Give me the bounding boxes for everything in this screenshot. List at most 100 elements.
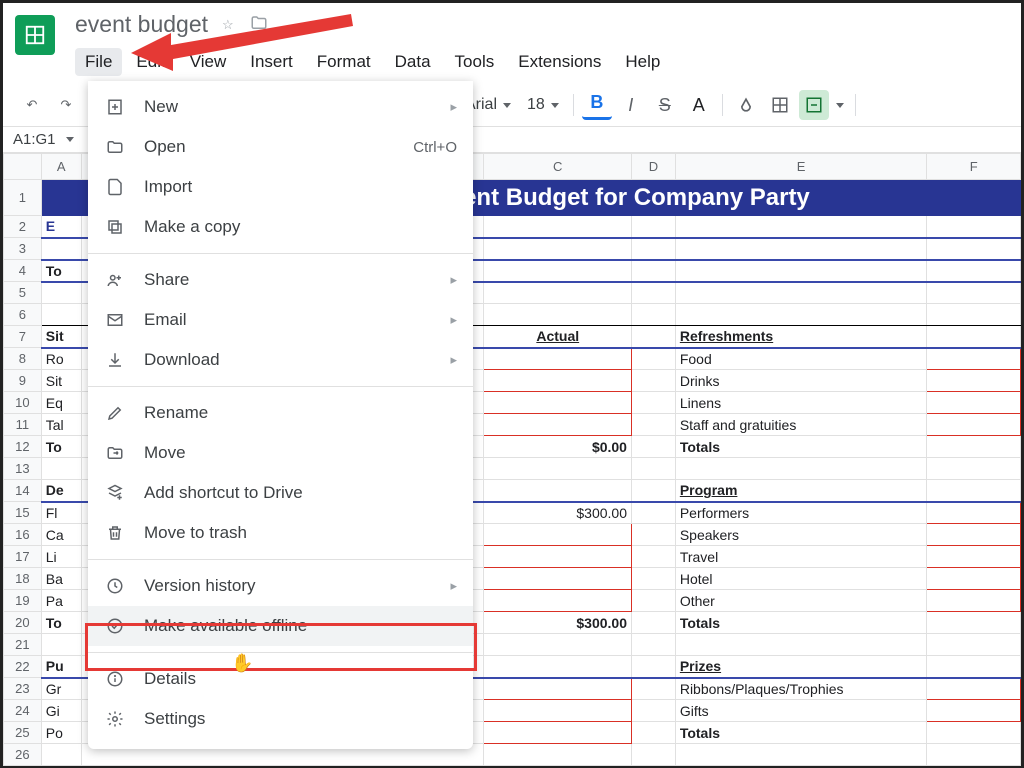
row-1[interactable]: 1 (4, 180, 42, 216)
label: Move (144, 443, 457, 463)
row-9[interactable]: 9 (4, 370, 42, 392)
cell: Sit (41, 326, 81, 348)
doc-title[interactable]: event budget (75, 11, 208, 38)
menu-data[interactable]: Data (385, 48, 441, 76)
col-d[interactable]: D (631, 154, 675, 180)
row-18[interactable]: 18 (4, 568, 42, 590)
submenu-icon: ▸ (450, 312, 457, 328)
menu-make-available-offline[interactable]: Make available offline (88, 606, 473, 646)
bold-button[interactable]: B (582, 90, 612, 120)
row-22[interactable]: 22 (4, 656, 42, 678)
chevron-down-icon[interactable] (836, 103, 844, 108)
star-icon[interactable]: ☆ (222, 17, 234, 33)
submenu-icon: ▸ (450, 99, 457, 115)
offline-icon (104, 617, 126, 635)
row-3[interactable]: 3 (4, 238, 42, 260)
merge-button[interactable] (799, 90, 829, 120)
sheets-logo[interactable] (15, 15, 55, 55)
menu-email[interactable]: Email ▸ (88, 300, 473, 340)
cell: Drinks (675, 370, 927, 392)
col-f[interactable]: F (927, 154, 1021, 180)
italic-button[interactable]: I (616, 90, 646, 120)
redo-icon[interactable]: ↷ (51, 90, 81, 120)
col-e[interactable]: E (675, 154, 927, 180)
cell: Linens (675, 392, 927, 414)
menu-trash[interactable]: Move to trash (88, 513, 473, 553)
row-24[interactable]: 24 (4, 700, 42, 722)
menu-download[interactable]: Download▸ (88, 340, 473, 380)
submenu-icon: ▸ (450, 272, 457, 288)
row-26[interactable]: 26 (4, 744, 42, 766)
rename-icon (104, 404, 126, 422)
row-17[interactable]: 17 (4, 546, 42, 568)
menu-help[interactable]: Help (615, 48, 670, 76)
row-23[interactable]: 23 (4, 678, 42, 700)
select-all[interactable] (4, 154, 42, 180)
row-15[interactable]: 15 (4, 502, 42, 524)
menu-file[interactable]: File (75, 48, 122, 76)
row-14[interactable]: 14 (4, 480, 42, 502)
menu-insert[interactable]: Insert (240, 48, 303, 76)
row-7[interactable]: 7 (4, 326, 42, 348)
menu-import[interactable]: Import (88, 167, 473, 207)
menubar: File Edit View Insert Format Data Tools … (75, 48, 1009, 76)
cell: Gifts (675, 700, 927, 722)
row-19[interactable]: 19 (4, 590, 42, 612)
row-25[interactable]: 25 (4, 722, 42, 744)
menu-view[interactable]: View (180, 48, 237, 76)
label: Download (144, 350, 432, 370)
menu-details[interactable]: Details (88, 659, 473, 699)
cell: Ribbons/Plaques/Trophies (675, 678, 927, 700)
text-color-button[interactable]: A (684, 90, 714, 120)
cell: Totals (675, 722, 927, 744)
row-13[interactable]: 13 (4, 458, 42, 480)
menu-add-shortcut[interactable]: Add shortcut to Drive (88, 473, 473, 513)
row-6[interactable]: 6 (4, 304, 42, 326)
label: Import (144, 177, 457, 197)
menu-tools[interactable]: Tools (445, 48, 505, 76)
cell: Po (41, 722, 81, 744)
label: Email (144, 310, 432, 330)
menu-open[interactable]: OpenCtrl+O (88, 127, 473, 167)
cell: Gr (41, 678, 81, 700)
label: Make a copy (144, 217, 457, 237)
chevron-down-icon[interactable] (66, 137, 74, 142)
menu-extensions[interactable]: Extensions (508, 48, 611, 76)
menu-make-copy[interactable]: Make a copy (88, 207, 473, 247)
row-5[interactable]: 5 (4, 282, 42, 304)
row-20[interactable]: 20 (4, 612, 42, 634)
menu-version-history[interactable]: Version history▸ (88, 566, 473, 606)
new-icon (104, 98, 126, 116)
row-4[interactable]: 4 (4, 260, 42, 282)
strikethrough-button[interactable]: S (650, 90, 680, 120)
row-21[interactable]: 21 (4, 634, 42, 656)
cell: To (41, 612, 81, 634)
row-12[interactable]: 12 (4, 436, 42, 458)
cell: Prizes (675, 656, 927, 678)
history-icon (104, 577, 126, 595)
font-size-select[interactable]: 18 (521, 96, 565, 114)
undo-icon[interactable]: ↶ (17, 90, 47, 120)
menu-move[interactable]: Move (88, 433, 473, 473)
menu-share[interactable]: Share▸ (88, 260, 473, 300)
cell: Ba (41, 568, 81, 590)
row-11[interactable]: 11 (4, 414, 42, 436)
row-8[interactable]: 8 (4, 348, 42, 370)
menu-format[interactable]: Format (307, 48, 381, 76)
move-icon (104, 444, 126, 462)
cell: $300.00 (484, 612, 632, 634)
row-16[interactable]: 16 (4, 524, 42, 546)
col-c[interactable]: C (484, 154, 632, 180)
col-a[interactable]: A (41, 154, 81, 180)
borders-button[interactable] (765, 90, 795, 120)
row-10[interactable]: 10 (4, 392, 42, 414)
fill-color-button[interactable] (731, 90, 761, 120)
trash-icon (104, 524, 126, 542)
name-box[interactable]: A1:G1 (13, 131, 56, 148)
menu-rename[interactable]: Rename (88, 393, 473, 433)
menu-settings[interactable]: Settings (88, 699, 473, 739)
menu-edit[interactable]: Edit (126, 48, 175, 76)
row-2[interactable]: 2 (4, 216, 42, 238)
menu-new[interactable]: New▸ (88, 87, 473, 127)
move-folder-icon[interactable] (248, 14, 270, 35)
